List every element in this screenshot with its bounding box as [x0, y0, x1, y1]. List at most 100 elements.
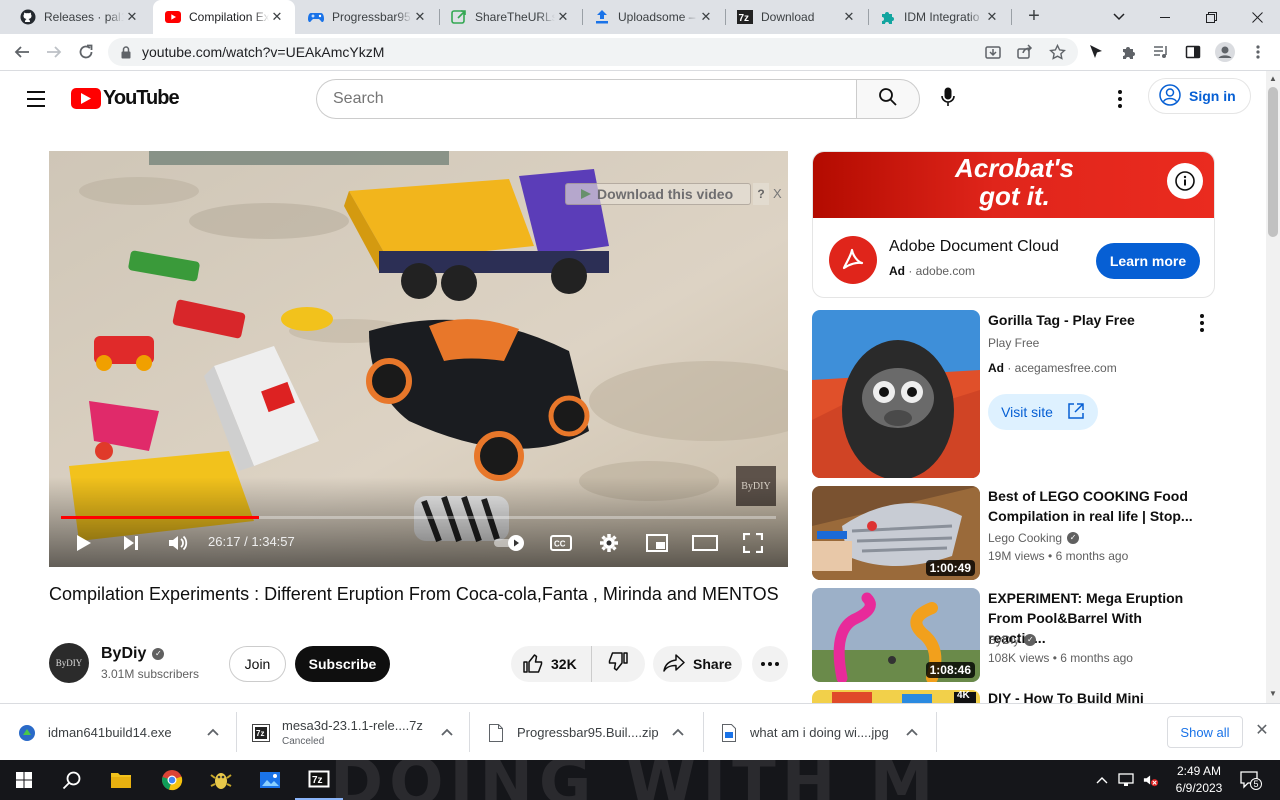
7zip-taskbar-icon[interactable]: 7z — [295, 760, 343, 800]
ad-info-icon[interactable] — [1167, 163, 1203, 199]
download-overlay-close[interactable]: X — [773, 183, 788, 205]
youtube-logo[interactable]: YouTube — [71, 87, 180, 110]
progress-bar[interactable] — [61, 516, 776, 519]
chevron-up-icon[interactable] — [671, 725, 685, 739]
channel-name-row[interactable]: ByDiy ✓ — [101, 645, 165, 663]
like-button[interactable]: 32K — [511, 646, 592, 682]
visit-site-button[interactable]: Visit site — [988, 394, 1098, 430]
media-controls-icon[interactable] — [1147, 38, 1175, 66]
forward-button[interactable] — [40, 38, 68, 66]
learn-more-button[interactable]: Learn more — [1096, 243, 1200, 279]
sign-in-button[interactable]: Sign in — [1148, 78, 1251, 114]
close-icon[interactable]: ✕ — [412, 9, 428, 25]
recommendation-title[interactable]: DIY - How To Build Mini — [988, 689, 1203, 703]
ad-banner[interactable]: Acrobat's got it. — [813, 152, 1214, 218]
acrobat-logo-icon[interactable] — [829, 236, 877, 284]
search-button[interactable] — [856, 79, 920, 119]
chrome-icon[interactable] — [148, 760, 196, 800]
scroll-down-icon[interactable]: ▼ — [1269, 689, 1277, 698]
action-center-icon[interactable]: 5 — [1240, 771, 1262, 790]
subscribe-button[interactable]: Subscribe — [295, 646, 390, 682]
recommendation-thumbnail[interactable] — [812, 310, 980, 478]
recommendation-channel[interactable]: Lego Cooking — [988, 531, 1062, 545]
tab-idm-integration[interactable]: IDM Integratio ✕ — [868, 0, 1010, 34]
download-item[interactable]: what am i doing wi....jpg — [720, 704, 936, 761]
chevron-up-icon[interactable] — [905, 725, 919, 739]
download-item[interactable]: 7z mesa3d-23.1.1-rele....7z Canceled — [252, 704, 470, 761]
mute-button[interactable] — [160, 527, 196, 563]
download-video-overlay[interactable]: Download this video — [565, 183, 751, 205]
show-all-downloads-button[interactable]: Show all — [1167, 716, 1243, 748]
new-tab-button[interactable]: + — [1022, 5, 1046, 29]
hamburger-menu-icon[interactable] — [20, 83, 52, 115]
scrollbar-thumb[interactable] — [1268, 87, 1278, 237]
share-button[interactable]: Share — [653, 646, 742, 682]
close-icon[interactable]: ✕ — [555, 9, 571, 25]
cursor-extension-icon[interactable] — [1082, 38, 1110, 66]
sidebar-ad-card[interactable]: Acrobat's got it. Adobe Document Cloud A… — [812, 151, 1215, 298]
profile-avatar-icon[interactable] — [1211, 38, 1239, 66]
tab-compilation[interactable]: Compilation Ex ✕ — [153, 0, 295, 34]
tray-chevron-up-icon[interactable] — [1094, 772, 1110, 788]
join-button[interactable]: Join — [229, 646, 286, 682]
close-icon[interactable]: ✕ — [269, 9, 285, 25]
bug-app-icon[interactable] — [197, 760, 245, 800]
close-download-shelf-icon[interactable]: ✕ — [1253, 722, 1271, 740]
recommendation-title[interactable]: Best of LEGO COOKING Food Compilation in… — [988, 486, 1203, 526]
file-explorer-icon[interactable] — [97, 760, 145, 800]
dislike-button[interactable] — [592, 651, 645, 677]
play-button[interactable] — [66, 527, 102, 563]
back-button[interactable] — [8, 38, 36, 66]
miniplayer-button[interactable] — [639, 527, 675, 563]
autoplay-toggle[interactable] — [490, 527, 528, 563]
settings-button[interactable] — [591, 527, 627, 563]
extensions-puzzle-icon[interactable] — [1115, 38, 1143, 66]
clock[interactable]: 2:49 AM 6/9/2023 — [1168, 763, 1230, 797]
next-button[interactable] — [113, 527, 149, 563]
recommendation-channel[interactable]: ByDiy — [988, 633, 1019, 647]
close-icon[interactable]: ✕ — [124, 9, 140, 25]
theater-mode-button[interactable] — [687, 527, 723, 563]
recommendation-menu-icon[interactable] — [1196, 314, 1208, 332]
chevron-up-icon[interactable] — [206, 725, 220, 739]
page-scrollbar[interactable]: ▲ ▼ — [1266, 71, 1280, 703]
tab-uploadsome[interactable]: Uploadsome – ✕ — [582, 0, 724, 34]
download-item[interactable]: idman641build14.exe — [18, 704, 236, 761]
chevron-up-icon[interactable] — [440, 725, 454, 739]
network-icon[interactable] — [1118, 772, 1134, 788]
address-bar[interactable]: youtube.com/watch?v=UEAkAmcYkzM — [108, 38, 1078, 66]
photos-app-icon[interactable] — [246, 760, 294, 800]
close-window-button[interactable] — [1234, 0, 1280, 34]
recommendation-thumbnail[interactable]: 1:08:46 — [812, 588, 980, 682]
restore-button[interactable] — [1188, 0, 1234, 34]
volume-muted-icon[interactable] — [1143, 772, 1159, 788]
recommendation-thumbnail[interactable]: 4K — [812, 690, 980, 703]
search-input[interactable] — [333, 90, 857, 108]
video-player[interactable]: Download this video ? X ByDIY 26:17 / 1:… — [49, 151, 788, 567]
close-icon[interactable]: ✕ — [698, 9, 714, 25]
close-icon[interactable]: ✕ — [841, 9, 857, 25]
windows-start-icon[interactable] — [0, 760, 48, 800]
captions-button[interactable]: CC — [543, 527, 579, 563]
download-help-button[interactable]: ? — [753, 183, 769, 205]
install-app-icon[interactable] — [979, 38, 1007, 66]
tab-search-chevron-icon[interactable] — [1096, 0, 1142, 34]
search-icon[interactable] — [48, 760, 96, 800]
chrome-menu-icon[interactable] — [1244, 38, 1272, 66]
channel-name[interactable]: ByDiy — [101, 645, 146, 663]
tab-progressbar95[interactable]: Progressbar95 ✕ — [296, 0, 438, 34]
reload-button[interactable] — [72, 38, 100, 66]
settings-kebab-icon[interactable] — [1104, 83, 1136, 115]
ad-advertiser[interactable]: Adobe Document Cloud — [889, 238, 1059, 256]
tab-download[interactable]: 7z Download ✕ — [725, 0, 867, 34]
channel-avatar[interactable]: ByDIY — [49, 643, 89, 683]
share-page-icon[interactable] — [1011, 38, 1039, 66]
close-icon[interactable]: ✕ — [984, 9, 1000, 25]
tab-releases[interactable]: Releases · pal1 ✕ — [8, 0, 150, 34]
tab-sharetheurls[interactable]: ShareTheURLs ✕ — [439, 0, 581, 34]
bookmark-star-icon[interactable] — [1043, 38, 1071, 66]
voice-search-button[interactable] — [928, 79, 968, 119]
download-item[interactable]: Progressbar95.Buil....zip — [487, 704, 703, 761]
side-panel-icon[interactable] — [1179, 38, 1207, 66]
recommendation-title[interactable]: Gorilla Tag - Play Free — [988, 310, 1203, 330]
